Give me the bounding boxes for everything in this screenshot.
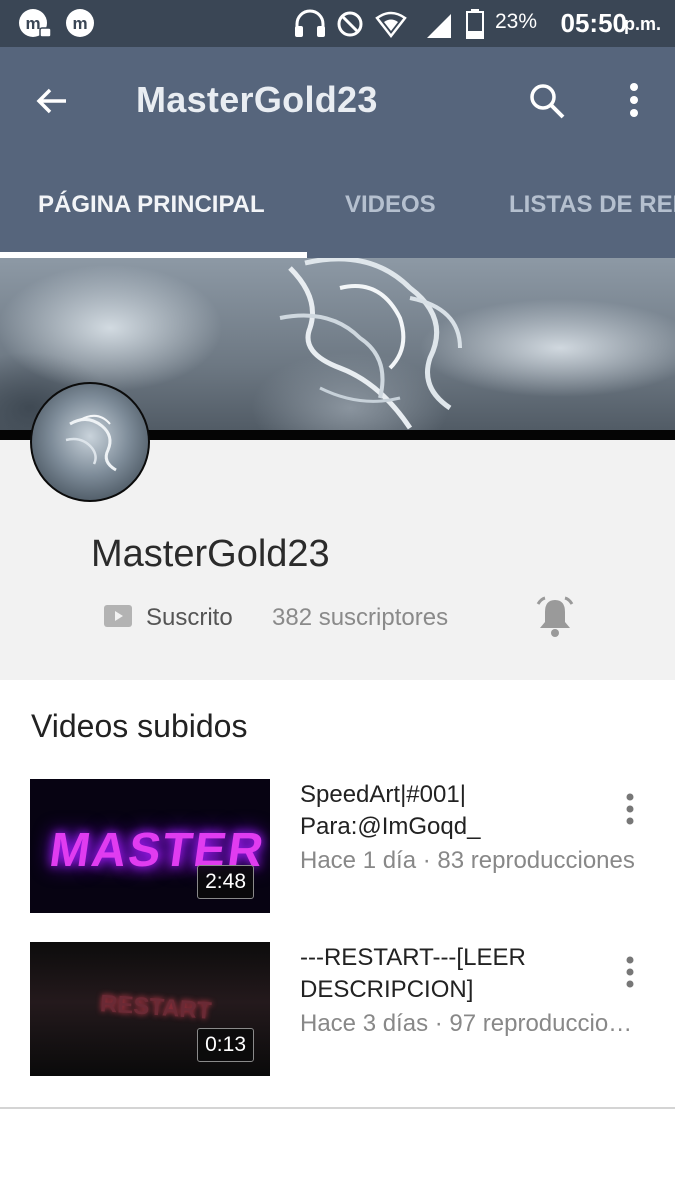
arrow-left-icon[interactable] (34, 83, 70, 119)
video-title[interactable]: ---RESTART---[LEER DESCRIPCION] (300, 942, 620, 1006)
more-vertical-icon[interactable] (620, 81, 648, 121)
wolf-emblem-icon (279, 258, 462, 430)
m-camera-app-icon: m (19, 9, 52, 38)
wifi-icon (375, 11, 407, 39)
more-vertical-icon[interactable] (622, 793, 638, 827)
list-divider (0, 1107, 675, 1109)
video-item[interactable]: MASTER 2:48 SpeedArt|#001| Para:@ImGoqd_… (0, 779, 675, 913)
svg-text:m: m (72, 14, 87, 33)
tab-listas-de-reproduccion[interactable]: LISTAS DE REP (509, 191, 675, 219)
search-icon[interactable] (527, 81, 567, 121)
svg-text:m: m (25, 14, 40, 33)
avatar-emblem-icon (65, 414, 117, 472)
video-thumbnail[interactable]: RESTART 0:13 (30, 942, 270, 1076)
video-item[interactable]: RESTART 0:13 ---RESTART---[LEER DESCRIPC… (0, 942, 675, 1076)
signal-icon (427, 14, 451, 38)
subscribed-button[interactable]: Suscrito (146, 604, 233, 632)
tab-videos[interactable]: VIDEOS (345, 191, 436, 219)
status-bar: m m 23% 05:50 p.m. (0, 0, 675, 47)
more-vertical-icon[interactable] (622, 956, 638, 990)
video-duration: 2:48 (197, 865, 254, 899)
battery-icon (466, 9, 484, 39)
video-meta: Hace 1 día · 83 reproducciones (300, 847, 635, 874)
tab-pagina-principal[interactable]: PÁGINA PRINCIPAL (38, 191, 265, 219)
clock-time: 05:50 (560, 8, 628, 38)
video-duration: 0:13 (197, 1028, 254, 1062)
video-meta: Hace 3 días · 97 reproducciones (300, 1010, 640, 1037)
channel-avatar[interactable] (30, 382, 150, 502)
clock-ampm: p.m. (623, 14, 661, 34)
channel-title: MasterGold23 (136, 79, 378, 120)
thumbnail-text: RESTART (99, 990, 213, 1025)
battery-percent: 23% (495, 10, 538, 33)
bell-icon[interactable] (534, 596, 576, 638)
channel-name: MasterGold23 (91, 533, 330, 575)
uploads-section-title: Videos subidos (31, 708, 248, 744)
video-thumbnail[interactable]: MASTER 2:48 (30, 779, 270, 913)
tab-bar: PÁGINA PRINCIPAL VIDEOS LISTAS DE REP (0, 155, 675, 258)
video-title[interactable]: SpeedArt|#001| Para:@ImGoqd_ (300, 779, 620, 843)
subscriber-count: 382 suscriptores (272, 604, 449, 631)
headphones-icon (295, 9, 325, 37)
m-app-icon: m (66, 9, 94, 37)
app-bar: MasterGold23 (0, 47, 675, 155)
do-not-disturb-icon (337, 11, 363, 37)
youtube-play-icon (104, 605, 132, 627)
